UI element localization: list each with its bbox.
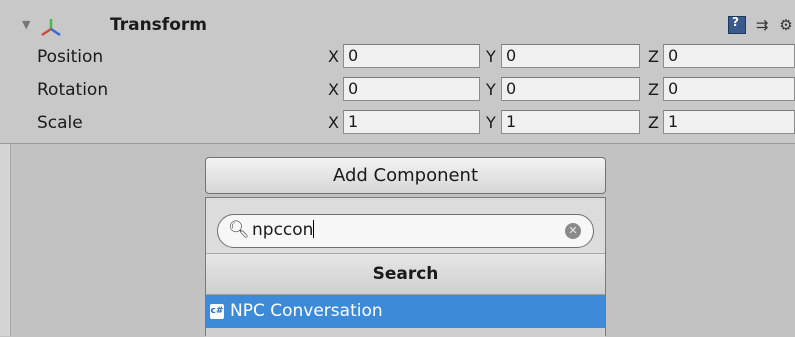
add-component-popup: 🔍︎ npccon ✕ Search c# NPC Conversation <box>205 197 606 337</box>
scale-x-label[interactable]: X <box>328 113 339 132</box>
scale-label: Scale <box>37 113 83 133</box>
rotation-label: Rotation <box>37 80 109 100</box>
add-component-button[interactable]: Add Component <box>205 157 606 194</box>
rotation-y-field[interactable]: 0 <box>501 77 640 101</box>
clear-search-icon[interactable]: ✕ <box>565 223 581 239</box>
search-section-header: Search <box>206 254 605 295</box>
position-y-label[interactable]: Y <box>486 47 496 66</box>
component-title: Transform <box>110 15 207 35</box>
scale-z-label[interactable]: Z <box>648 113 659 132</box>
foldout-arrow-icon[interactable]: ▼ <box>22 18 30 31</box>
scale-z-field[interactable]: 1 <box>663 110 795 134</box>
transform-component-panel: ▼ Transform ⇉ ⚙ Position X 0 Y 0 Z 0 Rot… <box>0 0 795 144</box>
gear-icon[interactable]: ⚙ <box>778 16 794 34</box>
transform-axis-icon <box>41 19 61 37</box>
scale-row: Scale X 1 Y 1 Z 1 <box>0 110 795 136</box>
position-x-label[interactable]: X <box>328 47 339 66</box>
scale-y-field[interactable]: 1 <box>501 110 640 134</box>
rotation-y-label[interactable]: Y <box>486 80 496 99</box>
rotation-row: Rotation X 0 Y 0 Z 0 <box>0 77 795 103</box>
position-x-field[interactable]: 0 <box>343 44 480 68</box>
rotation-z-field[interactable]: 0 <box>663 77 795 101</box>
transform-header[interactable]: ▼ Transform ⇉ ⚙ <box>14 14 794 40</box>
help-book-icon[interactable] <box>728 15 746 34</box>
header-icon-group: ⇉ ⚙ <box>728 15 794 34</box>
position-row: Position X 0 Y 0 Z 0 <box>0 44 795 70</box>
rotation-z-label[interactable]: Z <box>648 80 659 99</box>
scale-x-field[interactable]: 1 <box>343 110 480 134</box>
position-z-field[interactable]: 0 <box>663 44 795 68</box>
csharp-script-icon: c# <box>210 304 224 319</box>
search-query-text: npccon <box>252 220 314 240</box>
result-label: NPC Conversation <box>230 301 383 321</box>
search-result-item[interactable]: c# NPC Conversation <box>206 295 605 328</box>
position-y-field[interactable]: 0 <box>501 44 640 68</box>
search-icon: 🔍︎ <box>228 220 250 240</box>
component-search-input[interactable]: 🔍︎ npccon ✕ <box>217 214 594 248</box>
position-label: Position <box>37 47 104 67</box>
rotation-x-label[interactable]: X <box>328 80 339 99</box>
position-z-label[interactable]: Z <box>648 47 659 66</box>
scale-y-label[interactable]: Y <box>486 113 496 132</box>
preset-icon[interactable]: ⇉ <box>754 16 770 34</box>
rotation-x-field[interactable]: 0 <box>343 77 480 101</box>
text-caret <box>313 220 315 238</box>
